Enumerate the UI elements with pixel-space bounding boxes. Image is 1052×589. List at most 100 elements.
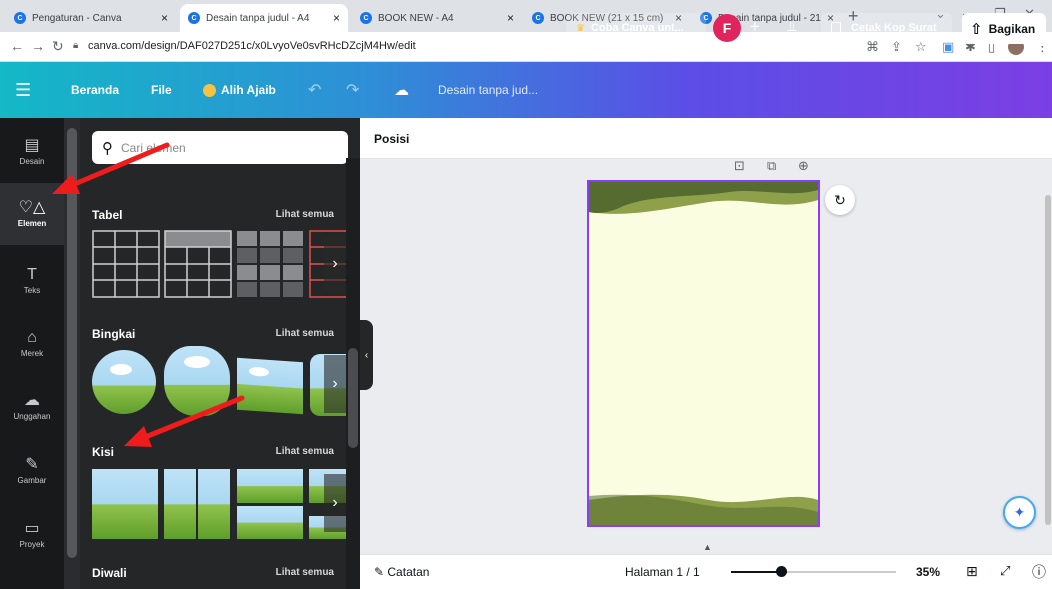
grid-thumbnail[interactable] — [237, 469, 303, 503]
browser-tab[interactable]: C BOOK NEW - A4 × — [352, 4, 522, 32]
sidebar-item-desain[interactable]: ▤ Desain — [0, 121, 64, 183]
canva-favicon-icon: C — [188, 12, 200, 24]
browser-tab-active[interactable]: C Desain tanpa judul - A4 × — [180, 4, 348, 32]
browser-tab[interactable]: C Pengaturan - Canva × — [6, 4, 176, 32]
table-thumbnail[interactable] — [164, 230, 232, 298]
lock-page-icon[interactable]: ⊡ — [734, 158, 745, 174]
beranda-button[interactable]: Beranda — [71, 62, 119, 118]
cloud-shape — [184, 356, 210, 368]
file-menu-button[interactable]: File — [151, 62, 172, 118]
magic-switch-label: Alih Ajaib — [221, 83, 276, 97]
regenerate-icon[interactable]: ↻ — [825, 185, 855, 215]
reload-icon[interactable]: ↻ — [52, 38, 64, 55]
back-icon[interactable]: ← — [10, 38, 24, 54]
position-button[interactable]: Posisi — [374, 132, 409, 146]
show-pages-chevron-icon[interactable]: ▲ — [703, 542, 712, 552]
magic-switch-icon — [203, 83, 216, 97]
grid-thumbnail[interactable] — [198, 469, 230, 539]
sidebar-item-gambar[interactable]: ✎ Gambar — [0, 440, 64, 502]
see-all-diwali-link[interactable]: Lihat semua — [276, 567, 334, 578]
user-avatar[interactable]: F — [713, 14, 741, 42]
brand-icon: ⌂ — [27, 329, 37, 346]
grids-next-chevron-icon[interactable]: › — [324, 474, 346, 532]
circle-frame-thumbnail[interactable] — [92, 350, 156, 414]
cloud-saved-icon[interactable]: ☁ — [394, 62, 409, 118]
help-icon[interactable]: ⓘ — [1032, 562, 1046, 582]
canva-favicon-icon: C — [532, 12, 544, 24]
see-all-bingkai-link[interactable]: Lihat semua — [276, 328, 334, 339]
undo-icon[interactable]: ↶ — [308, 62, 321, 118]
collapse-panel-handle[interactable]: ‹ — [360, 320, 373, 390]
add-collaborator-icon[interactable]: + — [750, 17, 760, 37]
url-field[interactable]: canva.com/design/DAF027D251c/x0LvyoVe0sv… — [88, 40, 416, 52]
sidebar-scrollbar[interactable] — [64, 118, 80, 589]
zoom-level[interactable]: 35% — [916, 565, 940, 579]
try-canva-pro-button[interactable]: ♛ Coba Canva unt... — [566, 13, 706, 43]
sidebar-item-label: Proyek — [19, 540, 45, 549]
upload-share-icon: ⇧ — [970, 20, 983, 38]
table-thumbnail[interactable] — [236, 230, 304, 298]
forward-icon[interactable]: → — [31, 38, 45, 54]
close-tab-icon[interactable]: × — [333, 11, 340, 25]
sidebar-item-elemen[interactable]: ♡△ Elemen — [0, 183, 64, 245]
see-all-tabel-link[interactable]: Lihat semua — [276, 209, 334, 220]
see-all-kisi-link[interactable]: Lihat semua — [276, 446, 334, 457]
page-artwork — [589, 182, 818, 525]
page-indicator[interactable]: Halaman 1 / 1 — [625, 565, 700, 579]
tab-label: Pengaturan - Canva — [32, 12, 122, 24]
zoom-slider-knob[interactable] — [776, 566, 787, 577]
design-page[interactable] — [587, 180, 820, 527]
print-letterhead-button[interactable]: Cetak Kop Surat — [821, 13, 952, 43]
grid-thumbnail[interactable] — [237, 506, 303, 539]
card-frame-thumbnail[interactable] — [237, 357, 303, 415]
close-tab-icon[interactable]: × — [161, 11, 168, 25]
canvas-scrollbar[interactable] — [1044, 160, 1052, 540]
hamburger-menu-icon[interactable]: ☰ — [15, 62, 31, 118]
scallop-frame-thumbnail[interactable] — [164, 346, 230, 416]
table-thumbnail[interactable] — [92, 230, 160, 298]
sidebar-item-merek[interactable]: ⌂ Merek — [0, 313, 64, 375]
sidebar-item-teks[interactable]: T Teks — [0, 250, 64, 312]
section-title-diwali: Diwali — [92, 566, 127, 580]
sidebar-item-unggahan[interactable]: ☁ Unggahan — [0, 376, 64, 438]
print-letterhead-label: Cetak Kop Surat — [851, 22, 937, 34]
frames-next-chevron-icon[interactable]: › — [324, 355, 346, 413]
scrollbar-thumb[interactable] — [67, 128, 77, 558]
insights-chart-icon[interactable]: ⫫ — [788, 18, 796, 35]
notes-button[interactable]: ✎ Catatan — [374, 565, 429, 579]
zoom-slider[interactable] — [731, 571, 896, 573]
close-tab-icon[interactable]: × — [507, 11, 514, 25]
share-button[interactable]: ⇧ Bagikan — [962, 13, 1046, 44]
section-title-bingkai: Bingkai — [92, 327, 136, 341]
zoom-slider-track — [787, 571, 896, 573]
document-title[interactable]: Desain tanpa jud... — [438, 62, 538, 118]
grid-thumbnail[interactable] — [164, 469, 196, 539]
try-canva-pro-label: Coba Canva unt... — [590, 22, 684, 34]
elements-shapes-icon: ♡△ — [18, 199, 46, 216]
grid-view-icon[interactable]: ⊞ — [966, 563, 978, 580]
add-page-icon[interactable]: ⊕ — [798, 158, 809, 174]
search-input[interactable] — [121, 140, 321, 155]
design-layout-icon: ▤ — [24, 137, 40, 154]
lock-icon[interactable]: 🔒︎ — [73, 40, 78, 51]
scrollbar-thumb[interactable] — [1045, 195, 1051, 525]
canva-header: ☰ Beranda File Alih Ajaib ↶ ↷ ☁ Desain t… — [0, 62, 1052, 118]
search-box[interactable]: ⚲ — [92, 131, 348, 164]
tables-next-chevron-icon[interactable]: › — [324, 235, 346, 293]
magic-switch-button[interactable]: Alih Ajaib — [203, 62, 276, 118]
sidebar-item-proyek[interactable]: ▭ Proyek — [0, 504, 64, 566]
document-icon — [831, 21, 841, 35]
left-sidebar: ▤ Desain ♡△ Elemen T Teks ⌂ Merek ☁ Ungg… — [0, 118, 64, 589]
panel-scrollbar[interactable] — [346, 158, 360, 589]
grid-thumbnail[interactable] — [92, 469, 158, 539]
tab-label: BOOK NEW - A4 — [378, 12, 454, 24]
magic-assistant-icon[interactable]: ✦ — [1003, 496, 1036, 529]
duplicate-page-icon[interactable]: ⧉ — [767, 158, 776, 174]
redo-icon[interactable]: ↷ — [346, 62, 359, 118]
scrollbar-thumb[interactable] — [348, 348, 358, 448]
cloud-shape — [249, 366, 269, 377]
sidebar-item-label: Elemen — [17, 219, 47, 228]
upload-cloud-icon: ☁ — [24, 392, 40, 409]
sidebar-item-label: Teks — [23, 286, 41, 295]
fullscreen-icon[interactable]: ⤢ — [1000, 563, 1010, 579]
